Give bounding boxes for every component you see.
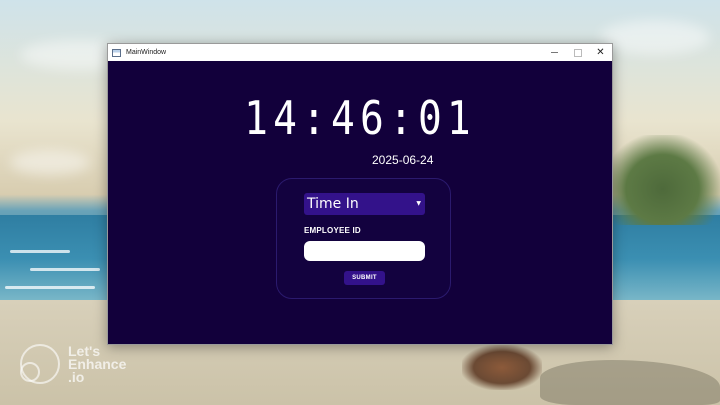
watermark-line3: .io [68, 368, 85, 385]
attendance-form-panel: Time In ▼ EMPLOYEE ID SUBMIT [276, 178, 451, 299]
window-content: 14:46:01 2025-06-24 Time In ▼ EMPLOYEE I… [108, 61, 612, 346]
main-window: MainWindow ✕ 14:46:01 2025-06-24 Time In… [107, 43, 613, 345]
window-app-icon [112, 48, 121, 57]
watermark: Let's Enhance .io [20, 344, 126, 384]
window-title: MainWindow [126, 49, 167, 56]
mode-select-value: Time In [307, 196, 359, 212]
digital-clock: 14:46:01 [244, 91, 476, 145]
window-controls: ✕ [543, 44, 612, 61]
title-bar[interactable]: MainWindow ✕ [108, 44, 612, 61]
submit-button[interactable]: SUBMIT [344, 271, 385, 285]
close-icon[interactable]: ✕ [589, 44, 612, 61]
minimize-icon[interactable] [543, 44, 566, 61]
watermark-text: Let's Enhance .io [68, 344, 126, 385]
employee-id-label: EMPLOYEE ID [304, 226, 361, 235]
watermark-logo-icon [20, 344, 60, 384]
maximize-icon[interactable] [566, 44, 589, 61]
mode-select[interactable]: Time In ▼ [304, 193, 425, 215]
date-label: 2025-06-24 [372, 153, 434, 167]
chevron-down-icon: ▼ [416, 200, 421, 207]
employee-id-input[interactable] [304, 241, 425, 261]
